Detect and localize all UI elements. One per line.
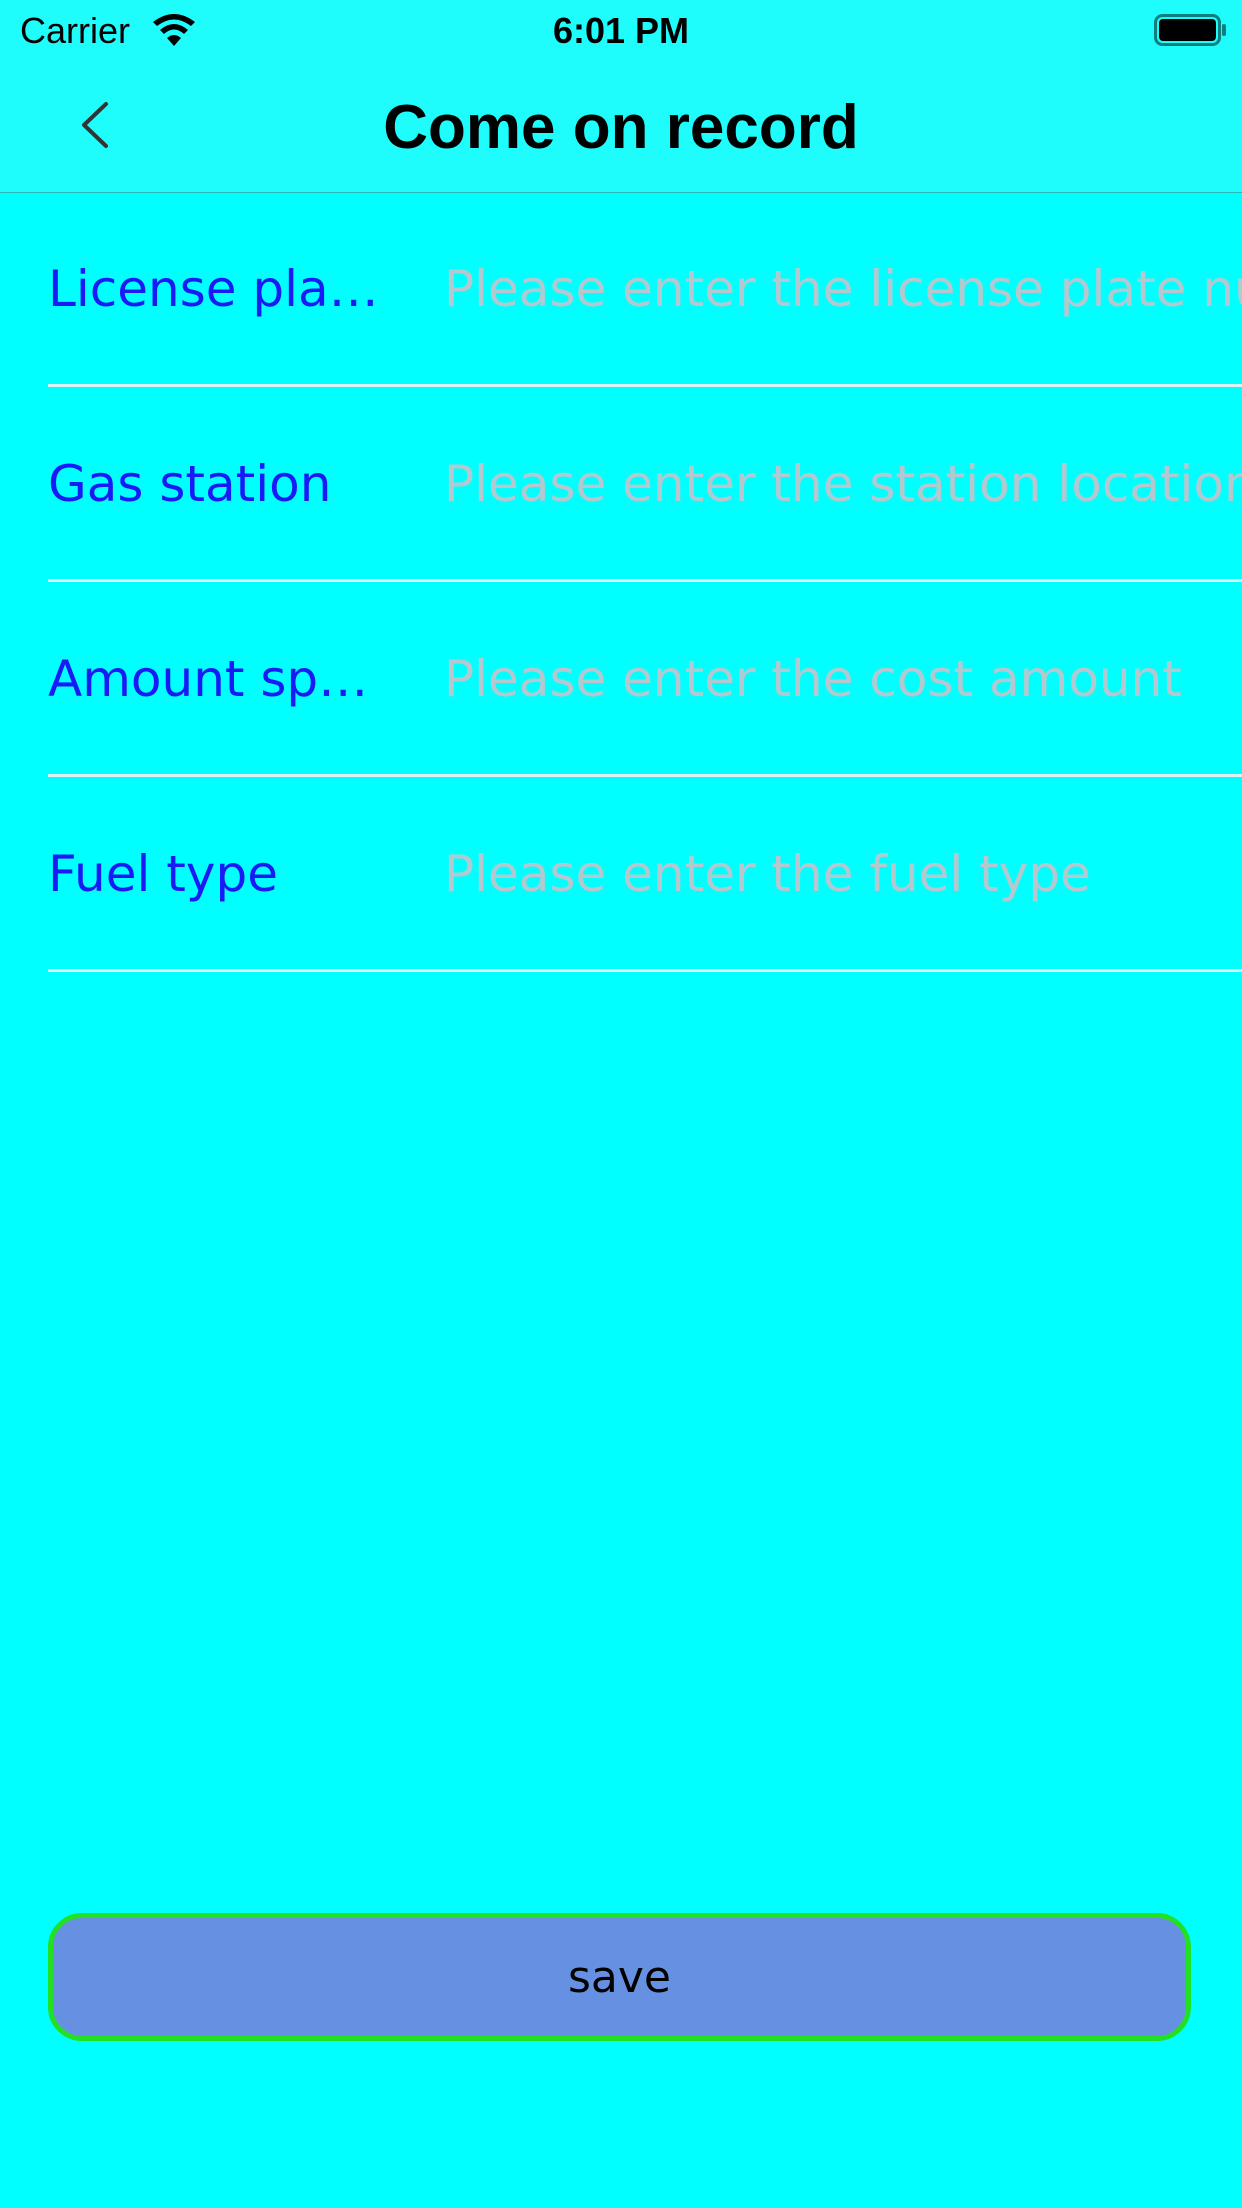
- save-button[interactable]: save: [48, 1913, 1191, 2041]
- top-bar: Carrier 6:01 PM Come on record: [0, 0, 1242, 193]
- amount-spent-input[interactable]: [444, 634, 1242, 724]
- gas-station-input[interactable]: [444, 439, 1242, 529]
- amount-spent-label: Amount spent: [48, 650, 388, 708]
- license-plate-label: License plate number: [48, 260, 388, 318]
- fuel-type-input[interactable]: [444, 829, 1242, 919]
- record-form: License plate number Gas station Amount …: [0, 192, 1242, 972]
- status-bar: Carrier 6:01 PM: [0, 0, 1242, 62]
- navigation-bar: Come on record: [0, 62, 1242, 192]
- gas-station-label: Gas station: [48, 455, 332, 513]
- license-plate-input[interactable]: [444, 244, 1242, 334]
- status-time: 6:01 PM: [552, 10, 690, 51]
- form-row-amount-spent: Amount spent: [48, 582, 1242, 777]
- page-title: Come on record: [383, 93, 859, 162]
- form-row-fuel-type: Fuel type: [48, 777, 1242, 972]
- battery-full-icon: [1154, 14, 1228, 46]
- fuel-type-label: Fuel type: [48, 845, 278, 903]
- form-row-gas-station: Gas station: [48, 387, 1242, 582]
- form-row-license-plate: License plate number: [48, 192, 1242, 387]
